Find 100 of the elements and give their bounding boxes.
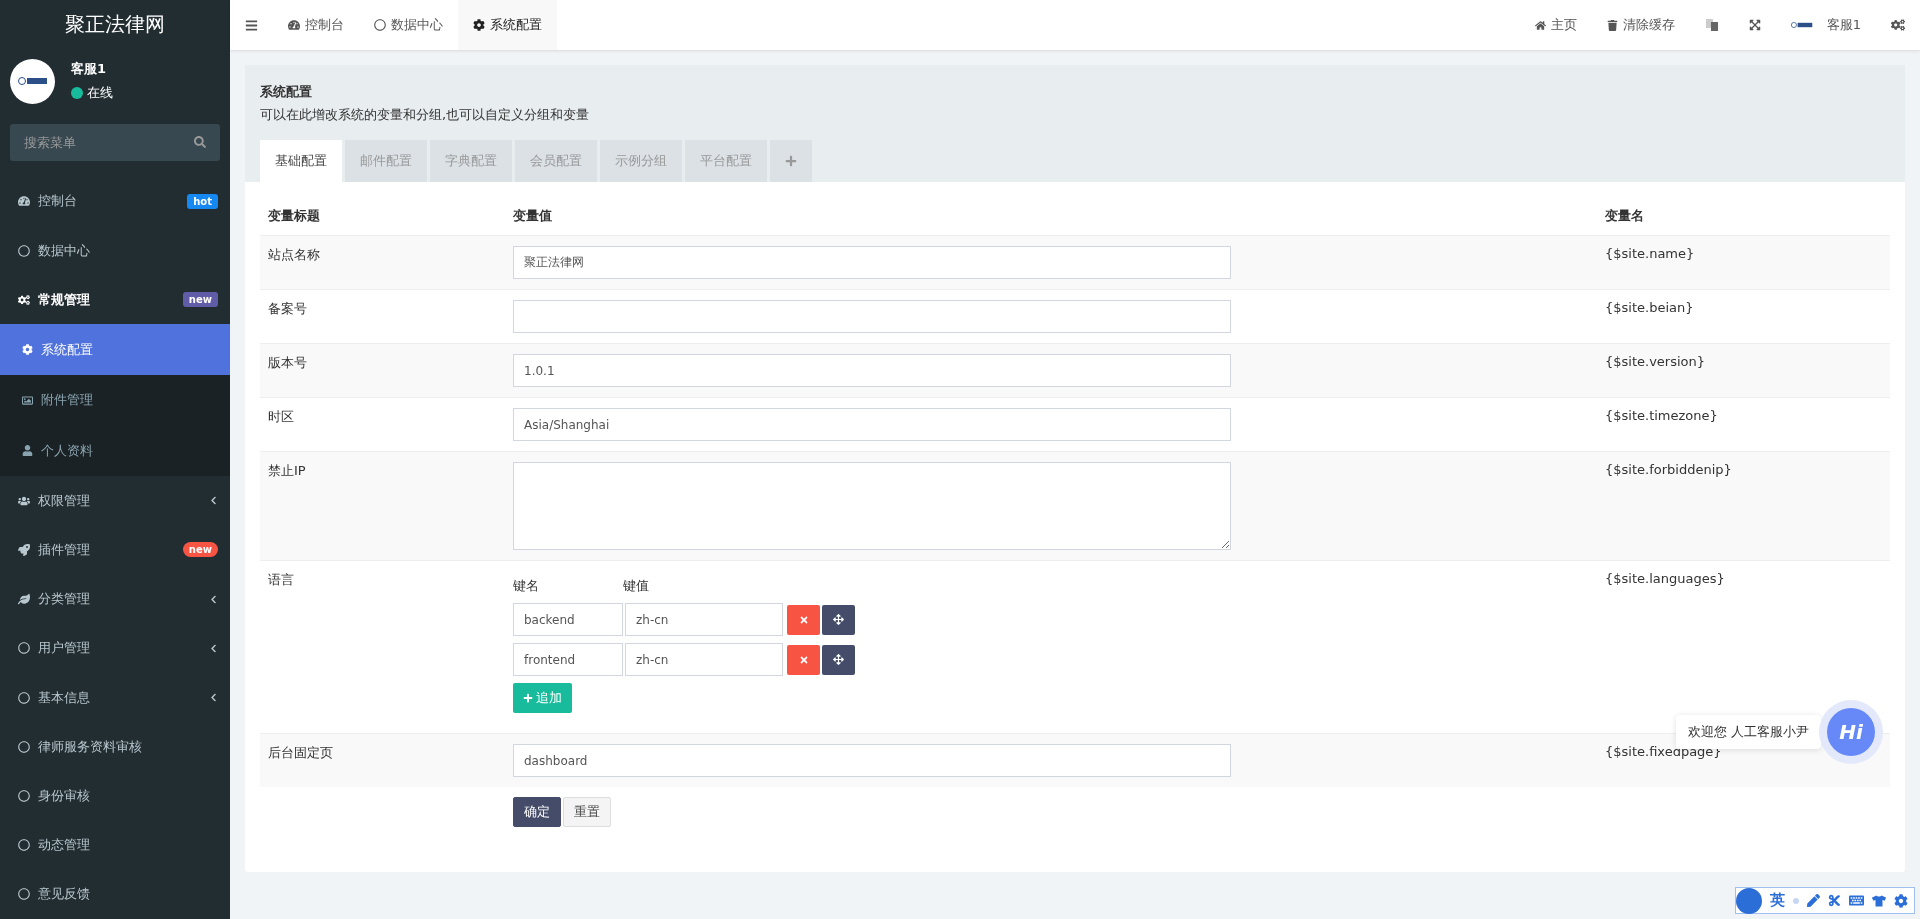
menu-icon — [22, 445, 33, 457]
menu-icon — [18, 293, 30, 306]
menu-icon — [18, 195, 30, 208]
chat-greeting: 欢迎您 人工客服小尹 — [1675, 715, 1821, 749]
variable-title: 版本号 — [268, 355, 307, 370]
text-field[interactable]: dashboard — [513, 744, 1231, 777]
variable-name: {$site.languages} — [1605, 571, 1725, 586]
chevron-icon — [209, 693, 218, 702]
search-field[interactable]: 搜索菜单 — [10, 123, 220, 161]
variable-title: 语言 — [268, 572, 294, 587]
logo-icon — [17, 76, 48, 87]
search-icon — [194, 135, 206, 148]
brand-title: 聚正法律网 — [64, 10, 166, 38]
submenu-item[interactable]: 附件管理 — [0, 374, 230, 426]
key-field[interactable]: backend — [513, 603, 623, 636]
drag-button[interactable] — [822, 604, 855, 635]
variable-name: {$site.timezone} — [1605, 408, 1718, 423]
shirt-icon[interactable] — [1872, 893, 1886, 908]
menu-icon — [18, 740, 30, 753]
nav-tab[interactable]: 系统配置 — [458, 0, 557, 50]
user-status: 在线 — [87, 84, 113, 103]
home-icon — [1535, 19, 1547, 31]
variable-name: {$site.version} — [1605, 354, 1706, 369]
menu-item[interactable]: 常规管理 new — [0, 275, 230, 325]
chevron-icon — [209, 594, 218, 604]
value-field[interactable]: zh-cn — [625, 643, 783, 676]
value-label: 键值 — [623, 577, 649, 595]
page-description: 可以在此增改系统的变量和分组,也可以自定义分组和变量 — [260, 106, 591, 124]
key-label: 键名 — [513, 577, 540, 595]
menu-icon — [18, 789, 30, 802]
value-field[interactable]: zh-cn — [625, 603, 783, 636]
translate-icon — [1705, 18, 1720, 32]
menu-badge: hot — [187, 193, 218, 209]
menu-icon — [18, 642, 30, 655]
submenu-item[interactable]: 个人资料 — [0, 425, 230, 476]
chevron-icon — [209, 643, 218, 653]
text-field[interactable]: 1.0.1 — [513, 354, 1231, 387]
menu-item[interactable]: 基本信息 — [0, 672, 230, 723]
menu-icon — [18, 691, 30, 704]
user-menu[interactable]: 客服1 — [1776, 0, 1876, 50]
config-tab[interactable]: 基础配置 — [260, 140, 342, 182]
menu-icon — [245, 18, 258, 32]
reset-button[interactable]: 重置 — [563, 797, 611, 827]
tab-icon — [288, 19, 300, 31]
variable-title: 备案号 — [268, 301, 307, 316]
variable-name: {$site.beian} — [1605, 300, 1694, 315]
variable-title: 禁止IP — [268, 463, 306, 478]
menu-icon — [22, 394, 33, 406]
scissors-icon[interactable] — [1828, 894, 1841, 907]
move-icon — [833, 654, 844, 665]
settings-icon — [1891, 18, 1905, 32]
variable-title: 时区 — [268, 409, 294, 424]
user-name: 客服1 — [71, 60, 108, 79]
tab-icon — [374, 19, 386, 31]
submenu-item[interactable]: 系统配置 — [0, 324, 230, 375]
menu-item[interactable]: 身份审核 — [0, 771, 230, 821]
menu-icon — [18, 244, 30, 257]
menu-icon — [18, 593, 30, 606]
text-field[interactable]: Asia/Shanghai — [513, 408, 1231, 441]
menu-icon — [18, 494, 30, 507]
nav-tab[interactable]: 数据中心 — [359, 0, 458, 50]
menu-icon — [22, 344, 33, 356]
menu-item[interactable]: 动态管理 — [0, 820, 230, 870]
menu-item[interactable]: 用户管理 — [0, 623, 230, 673]
tab-icon — [473, 19, 485, 31]
menu-icon — [18, 543, 30, 556]
variable-title: 站点名称 — [268, 247, 320, 262]
menu-icon — [18, 888, 30, 901]
menu-badge: new — [182, 292, 218, 308]
pen-icon[interactable] — [1807, 894, 1820, 907]
ime-mode[interactable]: 英 — [1770, 891, 1785, 910]
text-field[interactable] — [513, 300, 1231, 333]
keyboard-icon[interactable] — [1849, 893, 1864, 908]
variable-name: {$site.name} — [1605, 246, 1695, 261]
move-icon — [833, 614, 844, 625]
fullscreen-icon — [1749, 19, 1762, 31]
menu-item[interactable]: 控制台 hot — [0, 176, 230, 226]
menu-item[interactable]: 律师服务资料审核 — [0, 722, 230, 772]
nav-link[interactable]: 清除缓存 — [1592, 0, 1691, 50]
menu-item[interactable]: 权限管理 — [0, 475, 230, 526]
text-field[interactable]: 聚正法律网 — [513, 246, 1231, 279]
plus-icon — [785, 155, 797, 167]
drag-button[interactable] — [822, 644, 855, 675]
key-field[interactable]: frontend — [513, 643, 623, 676]
menu-item[interactable]: 插件管理 new — [0, 525, 230, 575]
nav-link[interactable]: 主页 — [1520, 0, 1593, 50]
settings-icon[interactable] — [1894, 893, 1908, 908]
ime-logo-icon — [1736, 887, 1762, 914]
menu-badge: new — [182, 542, 218, 558]
nav-tab[interactable]: 控制台 — [273, 0, 359, 50]
close-icon — [798, 654, 809, 665]
menu-item[interactable]: 分类管理 — [0, 574, 230, 624]
menu-item[interactable]: 意见反馈 — [0, 869, 230, 919]
punctuation-icon — [1793, 897, 1799, 904]
variable-title: 后台固定页 — [268, 745, 333, 760]
menu-item[interactable]: 数据中心 — [0, 226, 230, 276]
plus-icon — [523, 693, 533, 703]
page-title: 系统配置 — [260, 83, 313, 101]
menu-icon — [18, 839, 30, 852]
submit-button[interactable]: 确定 — [513, 797, 561, 827]
